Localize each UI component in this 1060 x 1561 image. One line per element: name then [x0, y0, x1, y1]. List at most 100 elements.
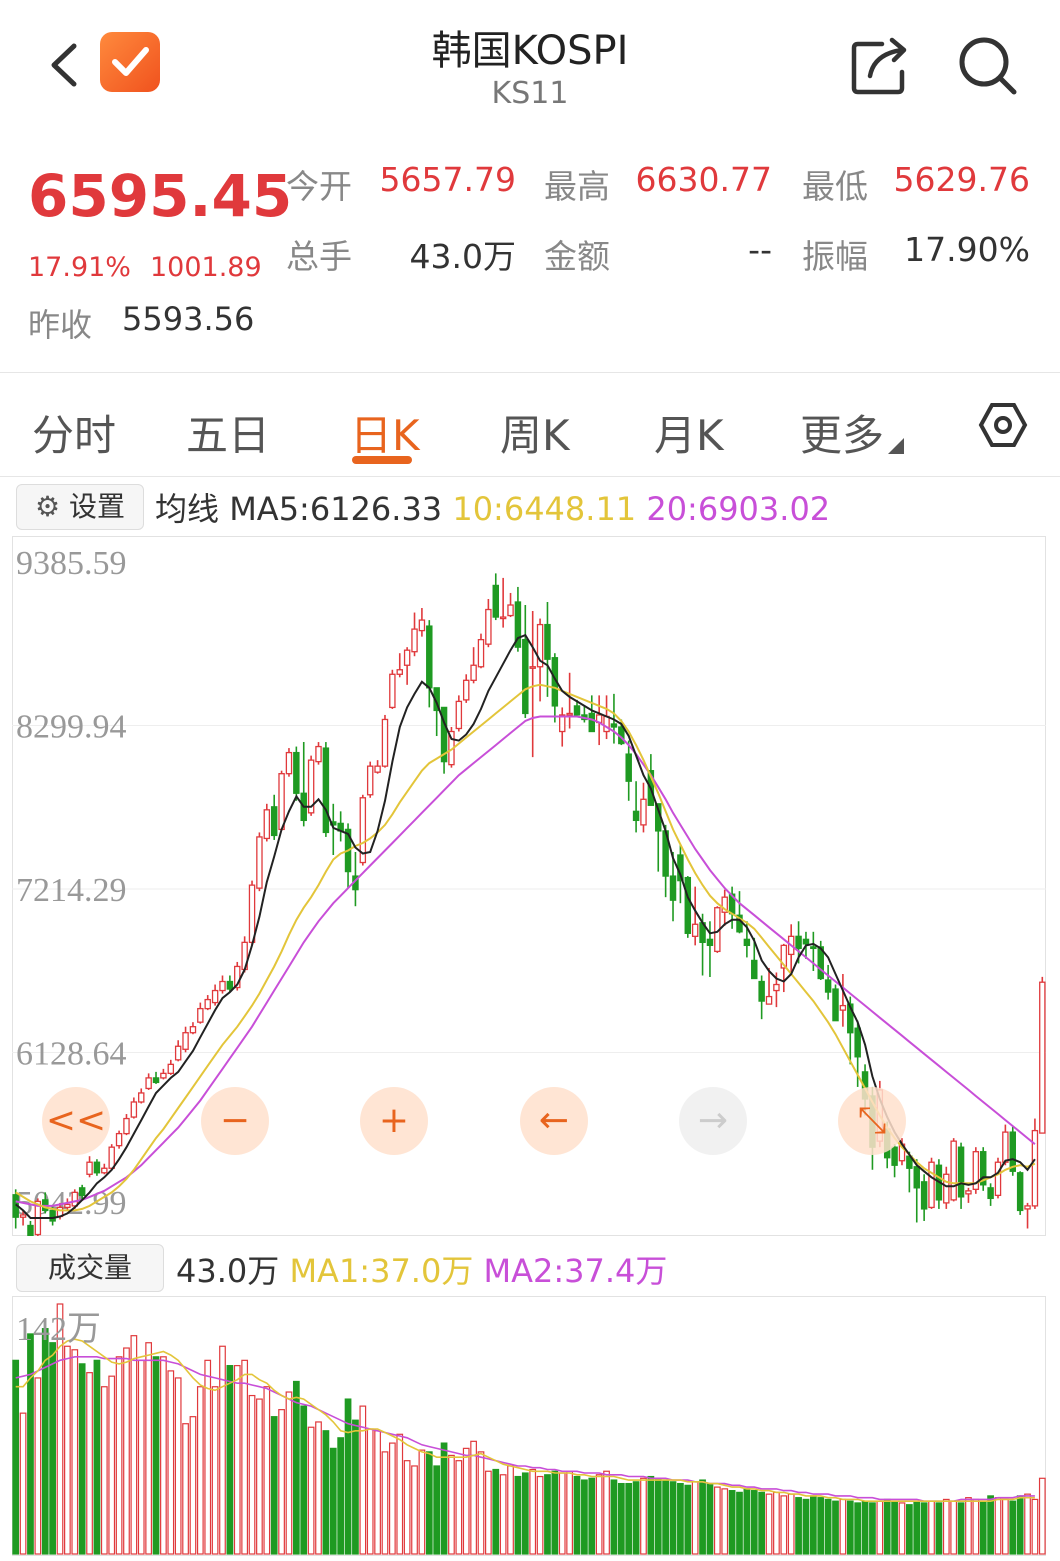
candle-body: [751, 959, 758, 980]
volume-bar: [145, 1342, 153, 1555]
tab-more[interactable]: 更多: [800, 402, 884, 463]
volume-bar: [654, 1477, 662, 1555]
volume-indicator-button[interactable]: 成交量: [16, 1244, 164, 1292]
volume-bar: [905, 1504, 913, 1555]
candle-body: [101, 1167, 108, 1174]
volume-bar: [211, 1386, 219, 1555]
volume-bar: [935, 1502, 943, 1555]
share-icon[interactable]: [848, 36, 912, 96]
volume-chart[interactable]: 142万: [12, 1296, 1046, 1556]
tab-five-day[interactable]: 五日: [186, 402, 270, 463]
tab-daily-k[interactable]: 日K: [350, 402, 420, 463]
volume-bar: [226, 1365, 234, 1555]
candle-body: [810, 946, 817, 950]
volume-bar: [160, 1356, 167, 1555]
volume-bar: [285, 1391, 293, 1555]
volume-bar: [381, 1451, 389, 1555]
ma-settings-button[interactable]: ⚙ 设置: [16, 484, 144, 530]
candle-body: [270, 806, 278, 837]
volume-bar: [71, 1349, 79, 1555]
volume-bar: [536, 1475, 544, 1555]
candle-body: [743, 938, 751, 947]
volume-bar: [750, 1490, 758, 1555]
volume-bar: [492, 1468, 500, 1555]
candle-body: [691, 923, 699, 937]
candle-body: [994, 1161, 1002, 1197]
candle-body: [93, 1161, 101, 1174]
candle-body: [108, 1146, 115, 1169]
volume-bar: [950, 1500, 958, 1555]
prev-close-value: 5593.56: [122, 300, 255, 338]
volume-bar: [573, 1475, 581, 1555]
volume-bar: [418, 1449, 426, 1555]
volume-bar: [270, 1416, 278, 1555]
volume-bar: [388, 1442, 396, 1555]
y-tick-label: 8299.94: [16, 709, 127, 746]
volume-bar: [499, 1474, 507, 1555]
candle-body: [145, 1077, 152, 1090]
y-tick-label: 9385.59: [16, 545, 127, 582]
candle-body: [293, 751, 300, 794]
volume-bar: [773, 1491, 780, 1555]
double-chevron-left-icon[interactable]: <<: [42, 1087, 110, 1155]
volume-bar: [278, 1409, 285, 1555]
candle-body: [49, 1209, 56, 1222]
candle-body: [426, 625, 433, 689]
volume-bar: [861, 1500, 869, 1555]
tab-monthly-k[interactable]: 月K: [654, 402, 724, 463]
volume-bar: [647, 1475, 655, 1555]
dropdown-corner-icon: [888, 438, 904, 454]
volume-bar: [108, 1375, 116, 1555]
candle-body: [322, 747, 330, 834]
candle-body: [403, 649, 411, 666]
candle-body: [1002, 1131, 1009, 1163]
volume-bar: [167, 1370, 175, 1555]
candle-body: [27, 1224, 34, 1236]
ma-legend: 均线 MA5:6126.33 10:6448.11 20:6903.02: [155, 484, 830, 530]
candle-body: [219, 980, 226, 992]
volume-bar: [241, 1359, 249, 1555]
volume-bar: [248, 1394, 256, 1555]
tab-weekly-k[interactable]: 周K: [500, 402, 570, 463]
settings-hex-icon[interactable]: [978, 402, 1028, 448]
volume-bar: [100, 1386, 108, 1555]
volume-bar: [780, 1495, 788, 1555]
volume-bar: [551, 1470, 559, 1555]
candle-body: [462, 679, 470, 701]
candle-body: [706, 938, 714, 947]
volume-bar: [352, 1419, 359, 1555]
active-tab-indicator: [352, 456, 412, 464]
volume-label: 总手: [286, 237, 352, 276]
tab-intraday[interactable]: 分时: [32, 402, 116, 463]
volume-bar: [64, 1345, 71, 1555]
arrow-right-icon[interactable]: →: [679, 1087, 747, 1155]
candle-body: [152, 1077, 160, 1084]
plus-icon[interactable]: +: [360, 1087, 428, 1155]
volume-bar: [765, 1493, 773, 1555]
volume-bar: [86, 1372, 93, 1555]
volume-bar: [824, 1498, 832, 1555]
expand-icon[interactable]: ⤡: [838, 1087, 906, 1155]
candle-body: [773, 983, 780, 992]
y-tick-label: 6128.64: [16, 1036, 127, 1073]
volume-bar: [787, 1493, 795, 1555]
volume-bar: [920, 1502, 928, 1555]
candle-body: [256, 836, 263, 889]
candle-body: [824, 979, 832, 993]
volume-bar: [832, 1500, 839, 1555]
candle-body: [765, 995, 773, 1005]
volume-bar: [699, 1479, 706, 1555]
volume-bar: [219, 1345, 226, 1555]
volume-bar: [300, 1405, 308, 1555]
arrow-left-icon[interactable]: ←: [520, 1087, 588, 1155]
search-icon[interactable]: [956, 34, 1020, 98]
candle-body: [987, 1187, 994, 1200]
candle-body: [1024, 1205, 1031, 1210]
page-title: 韩国KOSPI: [431, 28, 629, 74]
volume-bar: [581, 1479, 588, 1555]
volume-bar: [78, 1363, 86, 1555]
volume-bar: [809, 1495, 817, 1555]
back-chevron-icon[interactable]: [40, 40, 90, 90]
minus-icon[interactable]: −: [201, 1087, 269, 1155]
candle-body: [285, 751, 293, 775]
